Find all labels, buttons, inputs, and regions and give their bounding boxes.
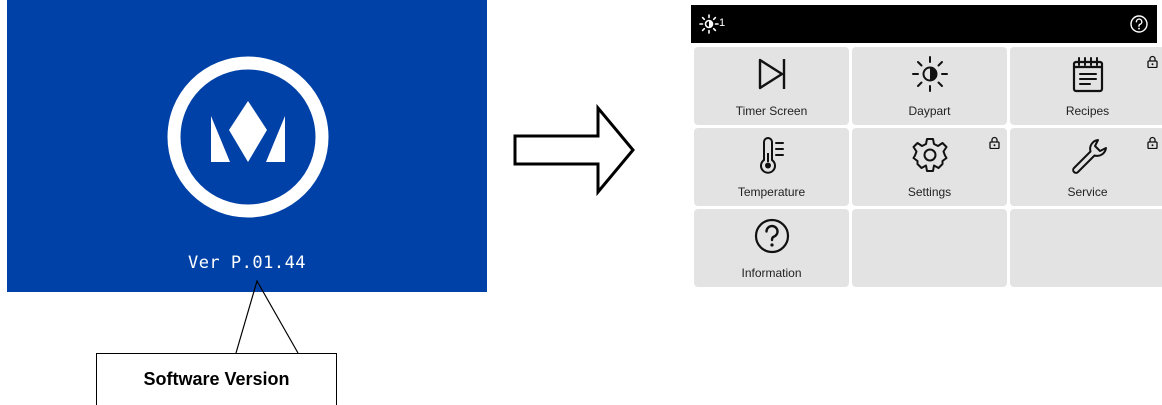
tile-empty bbox=[852, 209, 1007, 287]
callout-box: Software Version bbox=[96, 353, 337, 405]
tile-settings[interactable]: Settings bbox=[852, 128, 1007, 206]
callout-label: Software Version bbox=[143, 369, 290, 389]
lock-icon bbox=[1147, 136, 1158, 149]
daypart-sun-icon[interactable] bbox=[699, 14, 719, 34]
recipe-notepad-icon bbox=[1072, 57, 1103, 93]
splash-screen: Ver P.01.44 bbox=[7, 0, 487, 292]
help-icon[interactable] bbox=[1129, 14, 1149, 34]
wrench-icon bbox=[1071, 139, 1107, 174]
play-end-icon bbox=[758, 58, 785, 90]
tile-temperature[interactable]: Temperature bbox=[694, 128, 849, 206]
tile-label: Temperature bbox=[737, 185, 806, 199]
tile-label: Service bbox=[1067, 185, 1108, 199]
tile-label: Information bbox=[741, 266, 802, 280]
gear-icon bbox=[912, 138, 947, 172]
lock-icon bbox=[989, 136, 1000, 149]
tile-label: Settings bbox=[907, 185, 952, 199]
lock-icon bbox=[1147, 55, 1158, 68]
question-circle-icon bbox=[754, 218, 789, 254]
tile-label: Recipes bbox=[1065, 104, 1110, 118]
status-bar: 1 bbox=[691, 5, 1157, 43]
crown-logo-icon bbox=[167, 56, 329, 218]
right-arrow-icon bbox=[513, 104, 635, 196]
tile-empty bbox=[1010, 209, 1162, 287]
software-version-text: Ver P.01.44 bbox=[187, 253, 307, 273]
thermometer-icon bbox=[759, 137, 784, 174]
tile-timer-screen[interactable]: Timer Screen bbox=[694, 47, 849, 125]
tile-label: Daypart bbox=[908, 104, 951, 118]
menu-grid: Timer Screen Daypart Recipes Temperature… bbox=[694, 47, 1162, 289]
tile-daypart[interactable]: Daypart bbox=[852, 47, 1007, 125]
tile-recipes[interactable]: Recipes bbox=[1010, 47, 1162, 125]
tile-service[interactable]: Service bbox=[1010, 128, 1162, 206]
device-menu-screen: 1 Timer Screen Daypart Recipes Temperatu… bbox=[691, 5, 1162, 289]
daypart-count: 1 bbox=[719, 17, 726, 29]
daypart-icon bbox=[911, 56, 948, 92]
tile-information[interactable]: Information bbox=[694, 209, 849, 287]
tile-label: Timer Screen bbox=[735, 104, 808, 118]
